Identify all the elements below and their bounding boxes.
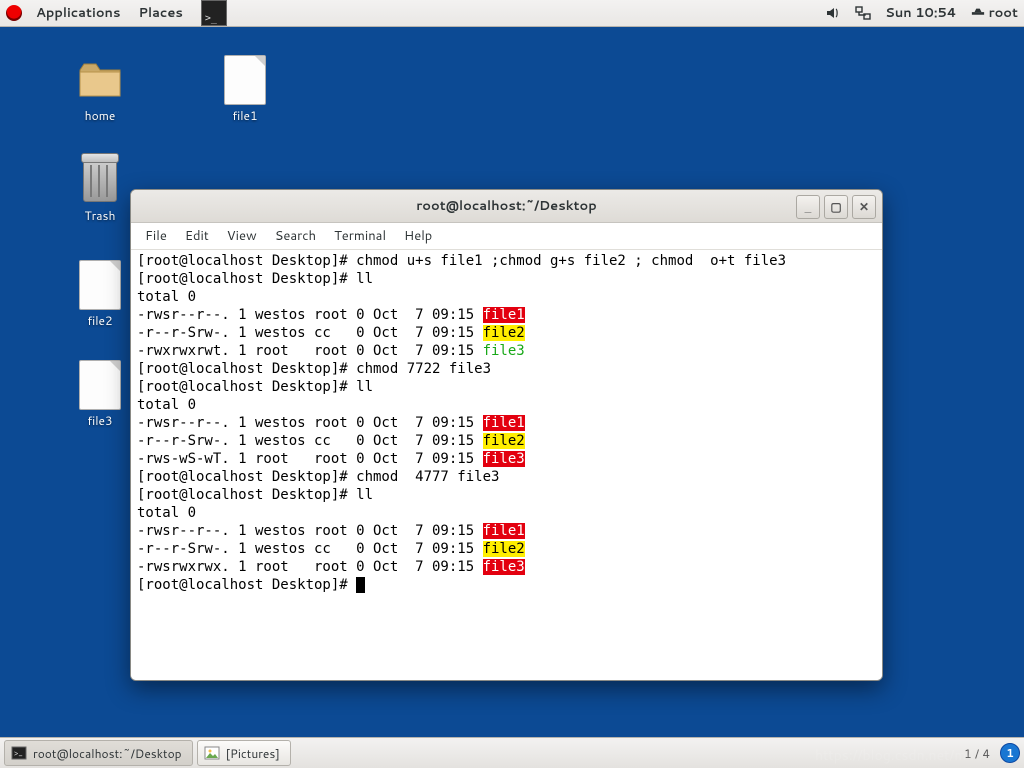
menu-help[interactable]: Help [396,224,440,248]
task-terminal[interactable]: >_ root@localhost:~/Desktop [4,740,193,766]
menu-file[interactable]: File [137,224,175,248]
menu-edit[interactable]: Edit [177,224,217,248]
desktop[interactable]: home Trash file1 file2 file3 root@localh… [0,26,1024,738]
bottom-panel: >_ root@localhost:~/Desktop [Pictures] 1… [0,737,1024,768]
menu-places[interactable]: Places [130,1,190,25]
terminal-window: root@localhost:~/Desktop _ ▢ ✕ File Edit… [130,189,883,681]
icon-label: file2 [87,312,112,329]
top-panel: Applications Places >_ Sun 10:54 root [0,0,1024,27]
titlebar[interactable]: root@localhost:~/Desktop _ ▢ ✕ [131,190,882,223]
menu-view[interactable]: View [219,224,265,248]
workspace-indicator[interactable]: 1 [1000,743,1020,763]
clock[interactable]: Sun 10:54 [885,4,956,22]
icon-label: Trash [85,207,116,224]
close-button[interactable]: ✕ [852,195,876,219]
task-label: [Pictures] [226,745,280,762]
file-icon [76,361,124,409]
svg-text:>_: >_ [14,747,23,759]
user-menu[interactable]: root [971,4,1018,22]
icon-label: file1 [232,107,257,124]
task-label: root@localhost:~/Desktop [33,745,182,762]
trash-icon [76,156,124,204]
maximize-button[interactable]: ▢ [824,195,848,219]
distro-icon [6,5,22,21]
terminal-output[interactable]: [root@localhost Desktop]# chmod u+s file… [131,250,882,680]
terminal-icon: >_ [11,745,27,761]
minimize-button[interactable]: _ [796,195,820,219]
task-pictures[interactable]: [Pictures] [197,740,291,766]
desktop-icon-home[interactable]: home [60,56,140,124]
network-icon[interactable] [855,5,871,21]
system-tray: Sun 10:54 root [825,4,1018,22]
workspace-count: 1 / 4 [964,745,990,762]
volume-icon[interactable] [825,5,841,21]
file-icon [76,261,124,309]
desktop-icon-trash[interactable]: Trash [60,156,140,224]
folder-icon [76,56,124,104]
desktop-icon-file3[interactable]: file3 [60,361,140,429]
icon-label: file3 [87,412,112,429]
desktop-icon-file1[interactable]: file1 [205,56,285,124]
icon-label: home [85,107,116,124]
menu-terminal[interactable]: Terminal [326,224,394,248]
menu-search[interactable]: Search [267,224,324,248]
user-name: root [989,4,1018,22]
image-icon [204,745,220,761]
terminal-launcher[interactable]: >_ [201,0,227,26]
file-icon [221,56,269,104]
desktop-icon-file2[interactable]: file2 [60,261,140,329]
menubar: File Edit View Search Terminal Help [131,223,882,250]
window-title: root@localhost:~/Desktop [416,197,597,215]
menu-applications[interactable]: Applications [28,1,128,25]
